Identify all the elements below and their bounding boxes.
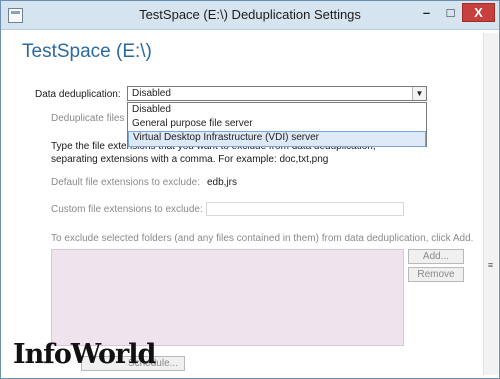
maximize-button[interactable]: □ bbox=[439, 3, 462, 22]
custom-extensions-input[interactable] bbox=[206, 202, 404, 216]
exclude-folders-instruction: To exclude selected folders (and any fil… bbox=[51, 233, 474, 244]
default-extensions-label: Default file extensions to exclude: bbox=[51, 177, 200, 188]
data-deduplication-select[interactable]: Disabled ▼ bbox=[127, 86, 427, 101]
add-button[interactable]: Add... bbox=[408, 249, 464, 264]
chevron-down-icon[interactable]: ▼ bbox=[412, 87, 426, 100]
scroll-grip-icon[interactable]: ≡ bbox=[486, 261, 495, 270]
custom-extensions-label: Custom file extensions to exclude: bbox=[51, 204, 203, 215]
remove-button[interactable]: Remove bbox=[408, 267, 464, 282]
close-button[interactable]: X bbox=[462, 3, 495, 22]
page-title: TestSpace (E:\) bbox=[22, 41, 152, 62]
title-bar[interactable]: TestSpace (E:\) Deduplication Settings –… bbox=[1, 1, 499, 30]
data-deduplication-dropdown: Disabled General purpose file server Vir… bbox=[127, 102, 427, 147]
vertical-scrollbar[interactable]: ≡ bbox=[483, 33, 498, 375]
option-vdi-server[interactable]: Virtual Desktop Infrastructure (VDI) ser… bbox=[128, 131, 426, 147]
data-deduplication-label: Data deduplication: bbox=[35, 89, 121, 100]
default-extensions-value: edb,jrs bbox=[207, 177, 238, 188]
excluded-folders-list[interactable] bbox=[51, 249, 404, 346]
infoworld-watermark: InfoWorld bbox=[13, 339, 156, 370]
minimize-button[interactable]: – bbox=[415, 3, 438, 22]
option-general-purpose-file-server[interactable]: General purpose file server bbox=[128, 117, 426, 131]
select-value: Disabled bbox=[132, 88, 171, 99]
option-disabled[interactable]: Disabled bbox=[128, 103, 426, 117]
deduplication-settings-window: TestSpace (E:\) Deduplication Settings –… bbox=[0, 0, 500, 379]
